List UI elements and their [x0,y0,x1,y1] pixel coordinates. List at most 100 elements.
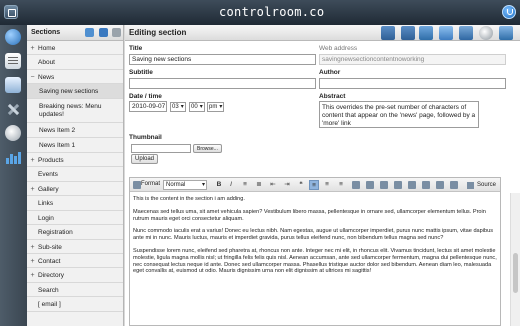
align-center-icon[interactable]: ≡ [322,180,332,190]
stats-icon[interactable] [5,149,21,165]
section-item-news-item-2[interactable]: News Item 2 [27,123,123,138]
hour-select[interactable]: 03 [170,102,186,112]
blockquote-icon[interactable]: ❝ [296,180,306,190]
section-label: Breaking news: Menu updates! [39,103,102,118]
image-icon[interactable] [394,181,402,189]
web-address-label: Web address [319,45,358,52]
title-label: Title [129,45,143,52]
format-select[interactable]: Normal [163,180,207,190]
move-section-icon[interactable] [99,28,108,37]
document-icon[interactable] [5,53,21,69]
subtitle-input[interactable] [129,78,316,89]
add-page-icon[interactable] [439,26,453,40]
link-icon[interactable] [352,181,360,189]
abstract-textarea[interactable]: This overrides the pre-set number of cha… [319,101,479,128]
expand-icon[interactable]: + [27,244,38,252]
align-left-icon[interactable]: ≡ [309,180,319,190]
expand-icon[interactable]: + [27,157,38,165]
section-label: Login [38,215,54,222]
tools-icon[interactable] [5,101,21,117]
section-item-home[interactable]: + Home [27,41,123,55]
format-label: Format [141,181,161,187]
window-icon[interactable] [4,5,18,19]
collapse-icon[interactable]: − [27,74,38,82]
section-label: Search [38,287,59,294]
datetime-label: Date / time [129,93,162,100]
browse-button[interactable]: Browse... [193,144,222,153]
anchor-icon[interactable] [380,181,388,189]
power-icon[interactable] [502,5,516,19]
editor-body[interactable]: This is the content in the section i am … [130,192,500,285]
save-icon[interactable] [381,26,395,40]
sections-title: Sections [31,29,61,36]
table-icon[interactable] [408,181,416,189]
section-label: Products [38,157,64,164]
hour-value: 03 [172,104,179,110]
author-input[interactable] [319,78,506,89]
section-item-links[interactable]: Links [27,196,123,211]
section-item-email[interactable]: [ email ] [27,297,123,312]
section-label: News [38,74,55,81]
vertical-scrollbar[interactable] [510,193,520,326]
section-item-registration[interactable]: Registration [27,225,123,240]
upload-button[interactable]: Upload [131,154,159,164]
expand-icon[interactable]: + [27,272,38,280]
section-item-saving-new-sections[interactable]: Saving new sections [27,84,123,99]
globe-icon[interactable] [5,29,21,45]
unlink-icon[interactable] [366,181,374,189]
editor-toolbar: Format Normal B I ≡ ≣ ⇤ ⇥ ❝ ≡ ≡ ≡ Source [130,178,500,192]
minute-value: 00 [191,104,198,110]
outdent-icon[interactable]: ⇤ [268,180,278,190]
section-item-about[interactable]: About [27,55,123,70]
bullet-list-icon[interactable]: ≡ [240,180,250,190]
align-right-icon[interactable]: ≡ [336,180,346,190]
section-item-products[interactable]: + Products [27,153,123,167]
section-label: Registration [38,229,73,236]
section-item-events[interactable]: Events [27,167,123,182]
numbered-list-icon[interactable]: ≣ [254,180,264,190]
expand-icon[interactable]: + [27,258,38,266]
publish-icon[interactable] [459,26,473,40]
section-item-search[interactable]: Search [27,283,123,297]
source-button[interactable]: Source [466,180,496,190]
subtitle-label: Subtitle [129,69,153,76]
export-icon[interactable] [499,26,513,40]
body-paragraph: Maecenas sed tellus uma, sit amet vehicu… [133,208,486,222]
expand-icon[interactable]: + [27,45,38,53]
section-label: Contact [38,258,61,265]
section-label: Home [38,45,56,52]
body-paragraph: Nunc commodo iaculis erat a varius! Done… [133,228,494,242]
thumbnail-file-field[interactable] [131,144,191,153]
preview-icon[interactable] [419,26,433,40]
section-item-gallery[interactable]: + Gallery [27,182,123,196]
spellcheck-icon[interactable] [436,181,444,189]
italic-button[interactable]: I [226,180,236,190]
add-section-icon[interactable] [85,28,94,37]
section-item-login[interactable]: Login [27,211,123,225]
drag-handle-icon[interactable] [133,181,141,189]
ampm-select[interactable]: pm [207,102,225,112]
section-item-breaking-news[interactable]: Breaking news: Menu updates! [27,99,123,123]
section-label: News Item 2 [39,127,76,134]
section-label: Events [38,171,58,178]
title-input[interactable]: Saving new sections [129,54,316,65]
section-item-news-item-1[interactable]: News Item 1 [27,138,123,153]
section-item-news[interactable]: − News [27,70,123,84]
ampm-value: pm [209,104,218,110]
minute-select[interactable]: 00 [189,102,205,112]
indent-icon[interactable]: ⇥ [282,180,292,190]
date-input[interactable]: 2010-09-07 [129,101,167,112]
image-icon[interactable] [5,77,21,93]
section-item-sub-site[interactable]: + Sub-site [27,240,123,254]
section-item-directory[interactable]: + Directory [27,268,123,283]
media-icon[interactable] [450,181,458,189]
section-item-contact[interactable]: + Contact [27,254,123,268]
settings-icon[interactable] [5,125,21,141]
section-settings-icon[interactable] [112,28,121,37]
gear-icon[interactable] [479,26,493,40]
expand-icon[interactable]: + [27,186,38,194]
save-as-icon[interactable] [401,26,415,40]
section-label: Directory [38,272,65,279]
paste-icon[interactable] [422,181,430,189]
bold-button[interactable]: B [214,180,224,190]
